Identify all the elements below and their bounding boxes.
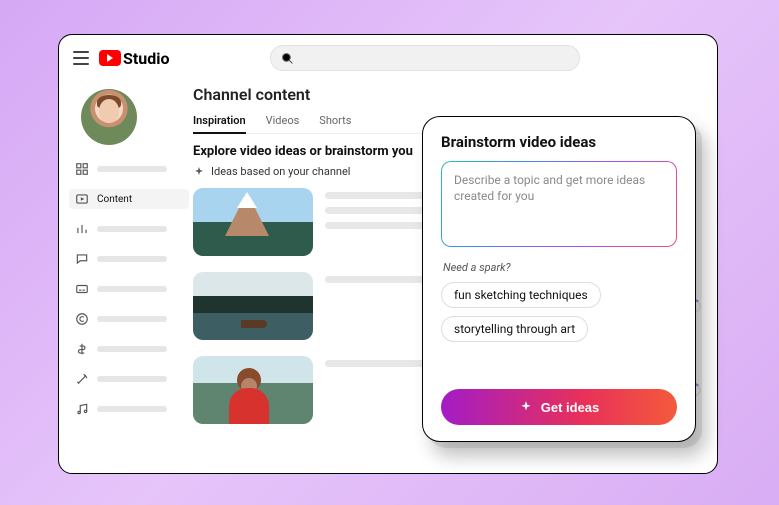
- customize-icon: [75, 372, 89, 386]
- sidebar-item-copyright[interactable]: [69, 309, 189, 329]
- sidebar-label-placeholder: [97, 316, 167, 322]
- sidebar-item-content[interactable]: Content: [69, 189, 189, 209]
- search-input[interactable]: [270, 45, 580, 71]
- video-thumbnail: [193, 356, 313, 424]
- tab-shorts[interactable]: Shorts: [319, 114, 351, 133]
- sidebar-item-label: Content: [97, 194, 132, 205]
- dashboard-icon: [75, 162, 89, 176]
- studio-logo[interactable]: Studio: [99, 49, 170, 68]
- sidebar-label-placeholder: [97, 226, 167, 232]
- copyright-icon: [75, 312, 89, 326]
- page-title: Channel content: [193, 85, 701, 104]
- search-icon: [281, 52, 294, 65]
- sidebar-label-placeholder: [97, 286, 167, 292]
- sidebar: Content: [59, 81, 189, 473]
- sidebar-label-placeholder: [97, 406, 167, 412]
- brainstorm-title: Brainstorm video ideas: [441, 133, 677, 151]
- video-thumbnail: [193, 188, 313, 256]
- sidebar-item-audio[interactable]: [69, 399, 189, 419]
- hamburger-menu-icon[interactable]: [73, 51, 89, 65]
- youtube-play-icon: [99, 50, 121, 66]
- logo-text: Studio: [123, 49, 170, 68]
- sidebar-label-placeholder: [97, 166, 167, 172]
- channel-avatar[interactable]: [81, 89, 137, 145]
- analytics-icon: [75, 222, 89, 236]
- audio-library-icon: [75, 402, 89, 416]
- topic-input[interactable]: Describe a topic and get more ideas crea…: [441, 161, 677, 247]
- sidebar-item-comments[interactable]: [69, 249, 189, 269]
- sidebar-item-earn[interactable]: [69, 339, 189, 359]
- ideas-subline-text: Ideas based on your channel: [211, 165, 350, 178]
- brainstorm-panel: Brainstorm video ideas Describe a topic …: [422, 116, 696, 442]
- content-icon: [75, 192, 89, 206]
- sidebar-label-placeholder: [97, 346, 167, 352]
- topic-input-placeholder: Describe a topic and get more ideas crea…: [454, 173, 645, 203]
- sparkle-icon: [519, 400, 533, 414]
- tab-videos[interactable]: Videos: [266, 114, 300, 133]
- sidebar-item-analytics[interactable]: [69, 219, 189, 239]
- suggestion-chip[interactable]: storytelling through art: [441, 316, 588, 342]
- get-ideas-label: Get ideas: [541, 400, 600, 415]
- header: Studio: [59, 35, 717, 81]
- tab-inspiration[interactable]: Inspiration: [193, 114, 246, 133]
- sidebar-label-placeholder: [97, 376, 167, 382]
- comments-icon: [75, 252, 89, 266]
- sidebar-item-dashboard[interactable]: [69, 159, 189, 179]
- sidebar-item-customize[interactable]: [69, 369, 189, 389]
- spark-prompt: Need a spark?: [443, 261, 677, 274]
- get-ideas-button[interactable]: Get ideas: [441, 389, 677, 425]
- video-thumbnail: [193, 272, 313, 340]
- sparkle-icon: [193, 166, 205, 178]
- suggestion-chip[interactable]: fun sketching techniques: [441, 282, 601, 308]
- sidebar-label-placeholder: [97, 256, 167, 262]
- subtitles-icon: [75, 282, 89, 296]
- earn-icon: [75, 342, 89, 356]
- sidebar-item-subtitles[interactable]: [69, 279, 189, 299]
